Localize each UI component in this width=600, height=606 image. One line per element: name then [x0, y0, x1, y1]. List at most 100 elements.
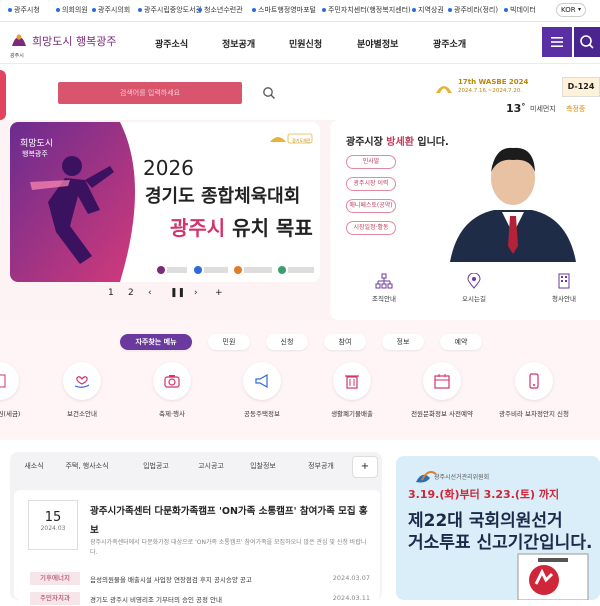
- news-row[interactable]: 주민자치과 경기도 광주시 비영리조 기부터의 승인 공정 안내 2024.03…: [30, 592, 370, 606]
- tab-frequent-menu[interactable]: 자주찾는 메뉴: [120, 334, 192, 350]
- tab-participation[interactable]: 참여: [324, 334, 366, 350]
- news-tab[interactable]: 입찰정보: [238, 458, 288, 474]
- news-row[interactable]: 기후에너지 음성의원물을 배출시설 사업장 연장점검 후지 공시승양 공고 20…: [30, 572, 370, 586]
- news-title: 경기도 광주시 비영리조 기부터의 승인 공정 안내: [90, 596, 222, 604]
- event-dates: 2024.7.16.~2024.7.20.: [458, 88, 523, 94]
- nav-item[interactable]: 분야별정보: [357, 37, 398, 50]
- mayor-photo: [450, 147, 576, 262]
- top-link[interactable]: 지역상권: [412, 5, 444, 15]
- banner-next-button[interactable]: ›: [194, 288, 198, 298]
- service-tax[interactable]: 전자민원(세금): [0, 362, 40, 418]
- top-link[interactable]: 광주시립중앙도서관: [138, 5, 202, 15]
- search-icon[interactable]: [262, 86, 276, 100]
- banner-page-2[interactable]: 2: [128, 288, 134, 298]
- top-link[interactable]: 광주비라(정리): [448, 5, 498, 15]
- fine-dust-label: 미세먼지: [530, 105, 556, 113]
- service-health-center[interactable]: 보건소안내: [42, 362, 122, 418]
- featured-news-day: 15: [44, 510, 62, 525]
- top-link[interactable]: 광주시청: [8, 5, 40, 15]
- news-tab[interactable]: 정부공개: [294, 458, 348, 474]
- quick-link-label: 오시는길: [462, 295, 486, 303]
- top-link[interactable]: 주민자치센터(행정복지센터): [322, 5, 411, 15]
- top-link-label: 청소년수련관: [204, 6, 243, 14]
- top-link-label: 빅데이터: [510, 6, 536, 14]
- election-promo-subtitle: 거소투표 신고기간입니다.: [408, 533, 593, 553]
- mayor-link-manifesto[interactable]: 매니페스토(공약): [346, 199, 396, 213]
- service-festival[interactable]: 축제·행사: [132, 362, 212, 418]
- service-parking[interactable]: 광주비라 보차정안지 신청: [494, 362, 574, 418]
- mayor-title-prefix: 광주시장: [346, 137, 387, 148]
- tab-applications[interactable]: 신청: [266, 334, 308, 350]
- search-input[interactable]: 검색어를 입력하세요: [58, 82, 242, 104]
- quick-link-organization[interactable]: 조직안내: [354, 273, 414, 303]
- mayor-name: 방세환: [386, 137, 414, 148]
- building-icon: [558, 273, 570, 289]
- featured-news-title[interactable]: 광주시가족센터 다문화가족캠프 'ON가족 소통캠프' 참여가족 모집 홍보: [90, 502, 370, 540]
- banner-year: 2026: [143, 156, 194, 180]
- top-link-label: 광주비라(정리): [454, 6, 499, 14]
- site-header: 희망도시 행복광주 광주시 광주소식 정보공개 민원신청 분야별정보 광주소개: [0, 22, 600, 64]
- service-apartment[interactable]: 공동주택정보: [222, 362, 302, 418]
- top-link[interactable]: 광주시의회: [92, 5, 130, 15]
- sponsor-logos: [157, 266, 314, 274]
- nav-item[interactable]: 정보공개: [222, 37, 255, 50]
- mayor-link-history[interactable]: 광주시장 이력: [346, 177, 396, 191]
- chevron-down-icon: ▾: [577, 6, 581, 13]
- news-date: 2024.03.11: [332, 594, 370, 602]
- news-tab[interactable]: 주택, 행사소식: [56, 458, 118, 474]
- calendar-icon: [434, 374, 450, 389]
- menu-icon: [551, 37, 563, 47]
- quick-link-directions[interactable]: 오시는길: [444, 273, 504, 303]
- top-link[interactable]: 청소년수련관: [198, 5, 243, 15]
- top-link-label: 광주시청: [14, 6, 40, 14]
- main-banner[interactable]: 희망도시 행복광주 경기도체전 2026 경기도 종합체육대회 광주시 유치 목…: [10, 122, 320, 282]
- tab-reservation[interactable]: 예약: [440, 334, 482, 350]
- top-link[interactable]: 빅데이터: [504, 5, 536, 15]
- megaphone-icon: [255, 373, 268, 389]
- language-select[interactable]: KOR ▾: [556, 3, 586, 17]
- news-title: 음성의원물을 배출시설 사업장 연장점검 후지 공시승양 공고: [90, 576, 252, 584]
- quick-link-label: 청사안내: [552, 295, 576, 303]
- top-links-bar: 광주시청 의회의원 광주시의회 광주시립중앙도서관 청소년수련관 스마트행정영마…: [0, 0, 600, 22]
- banner-prev-button[interactable]: ‹: [148, 288, 152, 298]
- top-link[interactable]: 스마트행정영마포털: [252, 5, 316, 15]
- city-logo-icon[interactable]: [10, 32, 28, 50]
- news-more-button[interactable]: +: [352, 456, 378, 478]
- banner-more-button[interactable]: +: [215, 288, 223, 298]
- tab-civil-complaints[interactable]: 민원: [208, 334, 250, 350]
- nav-item[interactable]: 민원신청: [289, 37, 322, 50]
- nav-item[interactable]: 광주소식: [155, 37, 188, 50]
- top-link-label: 광주시립중앙도서관: [144, 6, 202, 14]
- quick-link-building[interactable]: 청사안내: [534, 273, 594, 303]
- event-banner[interactable]: 17th WASBE 2024 2024.7.16.~2024.7.20.: [434, 77, 554, 97]
- top-link[interactable]: 의회의원: [56, 5, 88, 15]
- news-category: 기후에너지: [30, 572, 80, 585]
- service-reservation[interactable]: 전원문화정보 사전예약: [402, 362, 482, 418]
- banner-pause-button[interactable]: ❚❚: [170, 288, 185, 298]
- banner-goal-rest: 유치 목표: [225, 216, 313, 240]
- service-label: 축제·행사: [159, 410, 185, 418]
- news-tab[interactable]: 새소식: [14, 458, 54, 474]
- document-icon: [0, 374, 6, 388]
- camera-icon: [164, 375, 180, 388]
- city-slogan-logo[interactable]: 희망도시 행복광주: [32, 33, 116, 49]
- featured-news-summary: 광주시가족센터에서 다문화가정 대상으로 'ON가족 소통캠프' 참여가족을 모…: [90, 539, 367, 556]
- tab-information[interactable]: 정보: [382, 334, 424, 350]
- service-label: 공동주택정보: [244, 410, 280, 418]
- side-decoration: [0, 70, 6, 120]
- mayor-link-greeting[interactable]: 인사말: [346, 155, 396, 169]
- service-waste[interactable]: 생활폐기물배출: [312, 362, 392, 418]
- hand-heart-icon: [74, 376, 90, 388]
- menu-button[interactable]: [542, 27, 572, 57]
- svg-text:행복광주: 행복광주: [22, 149, 48, 158]
- news-tab[interactable]: 입법공고: [128, 458, 184, 474]
- org-chart-icon: [375, 273, 393, 289]
- service-label: 전원문화정보 사전예약: [411, 410, 473, 418]
- banner-page-1[interactable]: 1: [108, 288, 114, 298]
- mayor-title: 광주시장 방세환 입니다.: [346, 133, 449, 148]
- search-toggle-button[interactable]: [574, 27, 600, 57]
- news-tab[interactable]: 고시공고: [186, 458, 236, 474]
- mayor-link-schedule[interactable]: 시장일정·활동: [346, 221, 396, 235]
- banner-brand: 경기도체전: [292, 138, 311, 143]
- nav-item[interactable]: 광주소개: [433, 37, 466, 50]
